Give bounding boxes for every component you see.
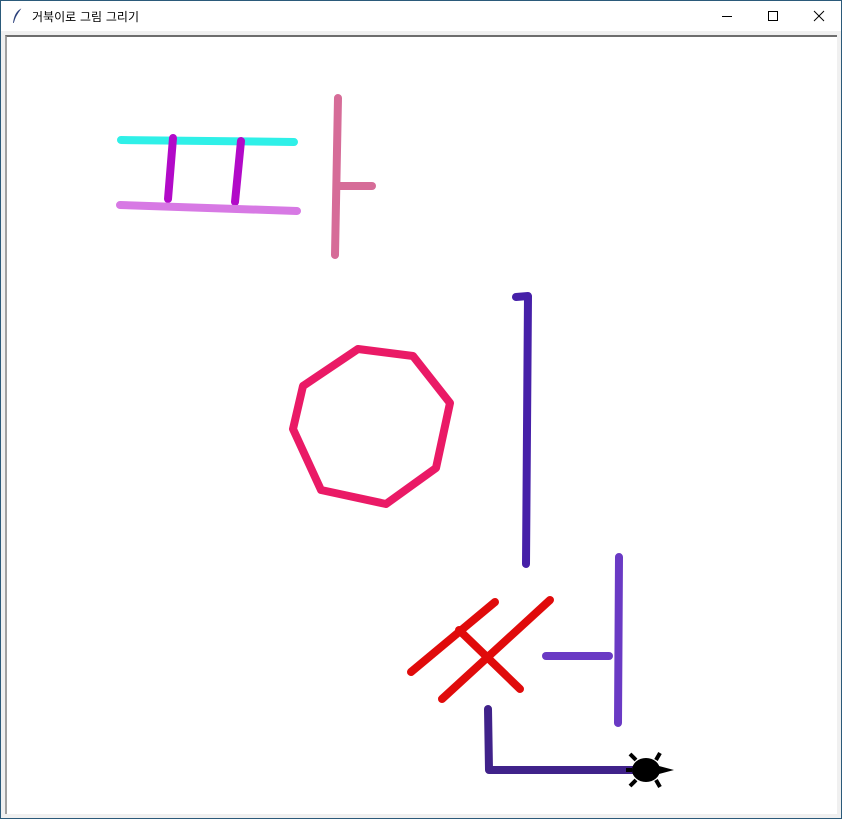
stroke-ieung (289, 345, 454, 508)
stroke-pa-right-vertical (231, 137, 245, 206)
stroke-i-vertical (512, 292, 532, 568)
stroke-eo-vertical (614, 553, 623, 727)
close-icon (813, 10, 825, 22)
stroke-nieun (484, 705, 650, 774)
feather-icon (13, 7, 23, 24)
maximize-button[interactable] (750, 1, 796, 31)
stroke-a-vertical (331, 94, 342, 259)
stroke-pa-bottom (116, 201, 301, 215)
turtle-canvas[interactable] (7, 37, 837, 814)
turtle-icon (626, 752, 674, 788)
title-bar[interactable]: 거북이로 그림 그리기 (1, 1, 841, 31)
stroke-pa-top (117, 136, 298, 146)
minimize-button[interactable] (704, 1, 750, 31)
close-button[interactable] (796, 1, 842, 31)
app-window: 거북이로 그림 그리기 (0, 0, 842, 819)
maximize-icon (768, 11, 778, 21)
drawing-area[interactable] (5, 35, 837, 814)
minimize-icon (722, 16, 732, 17)
window-title: 거북이로 그림 그리기 (32, 10, 139, 24)
stroke-pa-left-vertical (164, 134, 177, 203)
stroke-ssang-right-long (438, 596, 554, 703)
